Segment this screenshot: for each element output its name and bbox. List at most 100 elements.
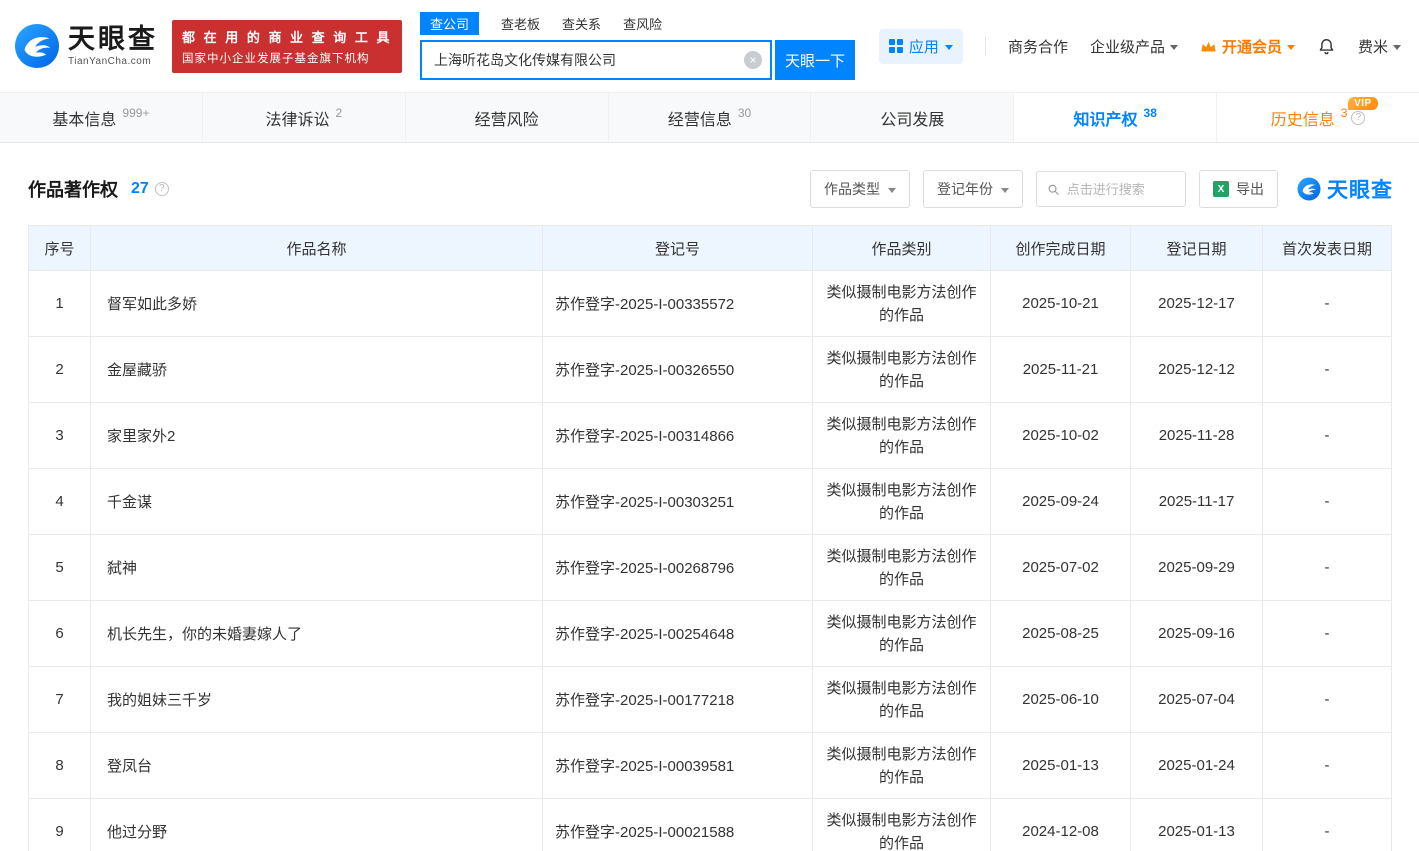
- tab-basic-info[interactable]: 基本信息 999+: [0, 93, 203, 142]
- filter-work-type[interactable]: 作品类型: [810, 170, 910, 208]
- excel-icon: [1213, 181, 1229, 197]
- table-search-input[interactable]: [1067, 182, 1175, 197]
- tianyancha-logo[interactable]: 天眼查 TianYanCha.com: [14, 23, 158, 69]
- search-tab-relation[interactable]: 查关系: [562, 14, 601, 33]
- cell-work-name: 机长先生，你的未婚妻嫁人了: [91, 601, 543, 667]
- cell-creation-date: 2025-07-02: [991, 535, 1131, 601]
- copyright-works-table: 序号 作品名称 登记号 作品类别 创作完成日期 登记日期 首次发表日期 1 督军…: [28, 225, 1392, 851]
- top-header: 天眼查 TianYanCha.com 都 在 用 的 商 业 查 询 工 具 国…: [0, 0, 1419, 92]
- cell-work-category: 类似摄制电影方法创作的作品: [813, 337, 991, 403]
- nav-username[interactable]: 费米: [1358, 36, 1401, 57]
- table-header: 序号 作品名称 登记号 作品类别 创作完成日期 登记日期 首次发表日期: [29, 226, 1392, 271]
- cell-registration-number: 苏作登字-2025-I-00326550: [543, 337, 813, 403]
- tab-label: 知识产权: [1074, 106, 1138, 130]
- cell-registration-date: 2025-12-12: [1131, 337, 1263, 403]
- bell-icon[interactable]: [1317, 37, 1336, 56]
- column-header-work-category: 作品类别: [813, 226, 991, 271]
- column-header-index: 序号: [29, 226, 91, 271]
- tab-label: 经营风险: [475, 106, 539, 130]
- apps-menu-label: 应用: [909, 36, 939, 57]
- cell-work-category: 类似摄制电影方法创作的作品: [813, 733, 991, 799]
- cell-registration-number: 苏作登字-2025-I-00021588: [543, 799, 813, 851]
- tab-label: 经营信息: [668, 106, 732, 130]
- search-input-wrap: [420, 40, 772, 80]
- cell-work-category: 类似摄制电影方法创作的作品: [813, 799, 991, 851]
- cell-first-publish-date: -: [1263, 601, 1392, 667]
- table-row: 7 我的姐妹三千岁 苏作登字-2025-I-00177218 类似摄制电影方法创…: [29, 667, 1392, 733]
- cell-work-category: 类似摄制电影方法创作的作品: [813, 601, 991, 667]
- cell-work-category: 类似摄制电影方法创作的作品: [813, 667, 991, 733]
- help-icon[interactable]: [155, 182, 169, 196]
- column-header-registration-number: 登记号: [543, 226, 813, 271]
- tab-operation-info[interactable]: 经营信息 30: [609, 93, 812, 142]
- help-icon[interactable]: [1351, 111, 1365, 125]
- filter-registration-year[interactable]: 登记年份: [923, 170, 1023, 208]
- promo-badge: 都 在 用 的 商 业 查 询 工 具 国家中小企业发展子基金旗下机构: [172, 20, 402, 73]
- cell-work-name: 金屋藏骄: [91, 337, 543, 403]
- tab-count: 30: [738, 106, 751, 120]
- cell-work-name: 登凤台: [91, 733, 543, 799]
- tab-legal-proceedings[interactable]: 法律诉讼 2: [203, 93, 406, 142]
- section-title: 作品著作权: [28, 176, 118, 202]
- column-header-registration-date: 登记日期: [1131, 226, 1263, 271]
- cell-index: 8: [29, 733, 91, 799]
- search-tab-risk[interactable]: 查风险: [623, 14, 662, 33]
- search-button[interactable]: 天眼一下: [775, 40, 855, 80]
- cell-registration-date: 2025-11-17: [1131, 469, 1263, 535]
- cell-registration-date: 2025-12-17: [1131, 271, 1263, 337]
- column-header-work-name: 作品名称: [91, 226, 543, 271]
- export-button-label: 导出: [1236, 179, 1264, 199]
- tab-count: 3: [1341, 106, 1348, 120]
- cell-registration-number: 苏作登字-2025-I-00314866: [543, 403, 813, 469]
- cell-creation-date: 2024-12-08: [991, 799, 1131, 851]
- chevron-down-icon: [1287, 45, 1295, 50]
- cell-index: 6: [29, 601, 91, 667]
- cell-registration-number: 苏作登字-2025-I-00039581: [543, 733, 813, 799]
- cell-index: 2: [29, 337, 91, 403]
- section-header: 作品著作权 27 作品类型 登记年份: [0, 143, 1419, 225]
- export-button[interactable]: 导出: [1199, 170, 1278, 208]
- tab-company-development[interactable]: 公司发展: [811, 93, 1014, 142]
- clear-icon[interactable]: [744, 51, 762, 69]
- tab-count: 999+: [122, 106, 149, 120]
- nav-business-cooperation[interactable]: 商务合作: [1008, 36, 1068, 57]
- cell-registration-date: 2025-01-13: [1131, 799, 1263, 851]
- tab-operation-risk[interactable]: 经营风险: [406, 93, 609, 142]
- table-row: 5 弑神 苏作登字-2025-I-00268796 类似摄制电影方法创作的作品 …: [29, 535, 1392, 601]
- cell-work-name: 他过分野: [91, 799, 543, 851]
- cell-work-category: 类似摄制电影方法创作的作品: [813, 271, 991, 337]
- search-tabs: 查公司 查老板 查关系 查风险: [420, 12, 855, 35]
- nav-business-cooperation-label: 商务合作: [1008, 36, 1068, 57]
- chevron-down-icon: [1001, 188, 1009, 193]
- tab-history-info[interactable]: VIP 历史信息 3: [1217, 93, 1419, 142]
- logo-text: 天眼查 TianYanCha.com: [68, 25, 158, 67]
- cell-creation-date: 2025-10-02: [991, 403, 1131, 469]
- chevron-down-icon: [945, 45, 953, 50]
- company-search-input[interactable]: [420, 40, 772, 80]
- nav-enterprise-products[interactable]: 企业级产品: [1090, 36, 1178, 57]
- tab-intellectual-property[interactable]: 知识产权 38: [1014, 93, 1217, 142]
- section-controls: 作品类型 登记年份 导出: [810, 170, 1393, 208]
- cell-registration-date: 2025-07-04: [1131, 667, 1263, 733]
- vip-badge: VIP: [1348, 97, 1378, 110]
- tianyancha-logo-icon: [1297, 177, 1321, 201]
- cell-index: 7: [29, 667, 91, 733]
- top-nav: 应用 商务合作 企业级产品 开通会员: [879, 29, 1401, 64]
- search-icon: [1047, 182, 1060, 197]
- crown-icon: [1200, 39, 1217, 54]
- cell-work-name: 督军如此多娇: [91, 271, 543, 337]
- promo-line2: 国家中小企业发展子基金旗下机构: [182, 50, 392, 66]
- nav-open-membership[interactable]: 开通会员: [1200, 36, 1295, 57]
- chevron-down-icon: [1170, 45, 1178, 50]
- tianyancha-watermark: 天眼查: [1297, 174, 1393, 204]
- cell-index: 5: [29, 535, 91, 601]
- cell-index: 4: [29, 469, 91, 535]
- cell-registration-number: 苏作登字-2025-I-00268796: [543, 535, 813, 601]
- nav-open-membership-label: 开通会员: [1222, 36, 1282, 57]
- apps-menu-button[interactable]: 应用: [879, 29, 963, 64]
- cell-registration-number: 苏作登字-2025-I-00254648: [543, 601, 813, 667]
- cell-index: 9: [29, 799, 91, 851]
- table-search-box[interactable]: [1036, 171, 1186, 207]
- search-tab-boss[interactable]: 查老板: [501, 14, 540, 33]
- search-tab-company[interactable]: 查公司: [420, 12, 479, 35]
